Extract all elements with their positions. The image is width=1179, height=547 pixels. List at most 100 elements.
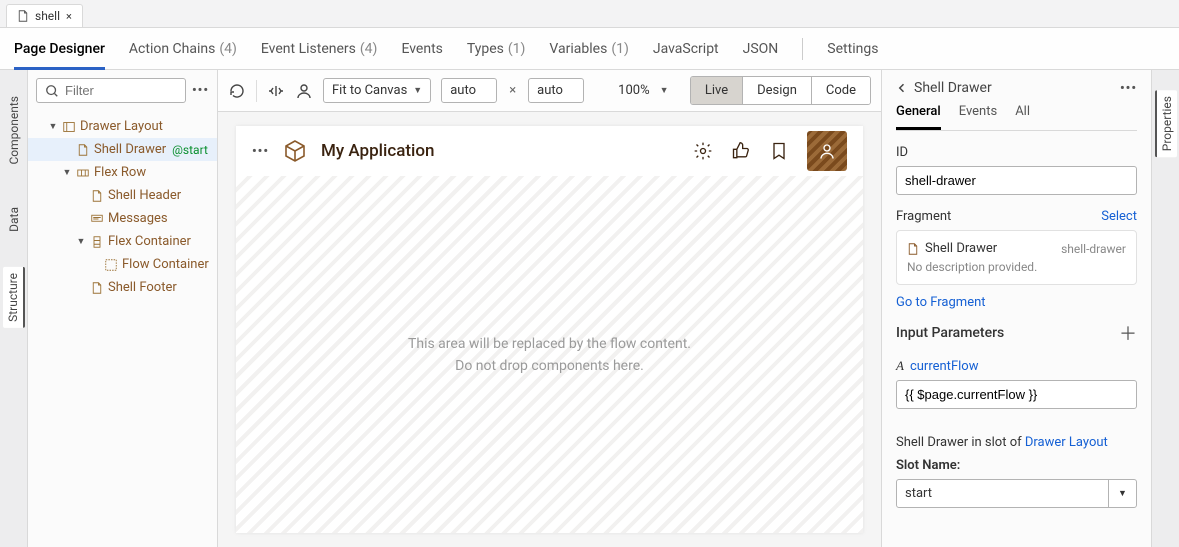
canvas-height-input[interactable]: auto [528,78,584,103]
node-label: Flex Container [108,234,191,249]
tab-settings[interactable]: Settings [827,28,878,69]
tab-variables[interactable]: Variables(1) [549,28,628,69]
node-label: Flex Row [94,165,146,180]
param-value-input[interactable] [896,380,1137,409]
rail-structure[interactable]: Structure [3,267,25,328]
go-to-fragment-link[interactable]: Go to Fragment [896,295,986,310]
expand-icon[interactable] [267,82,285,100]
fragment-label: Fragment [896,209,951,224]
tree-row[interactable]: ▼ Flex Container [28,230,217,253]
structure-menu-icon[interactable]: ••• [192,83,209,98]
zoom-chevron-icon[interactable]: ▼ [660,85,669,96]
mode-live[interactable]: Live [691,77,742,104]
tab-javascript[interactable]: JavaScript [653,28,719,69]
node-label: Shell Header [108,188,181,203]
param-currentflow[interactable]: A currentFlow [896,358,1137,374]
file-tab-label: shell [35,9,60,23]
canvas-wrap: ••• My Application [218,112,881,547]
user-icon[interactable] [295,82,313,100]
left-rail: Components Data Structure [0,70,28,547]
tab-all[interactable]: All [1015,104,1030,130]
page-tabs: Page Designer Action Chains(4) Event Lis… [0,28,1179,70]
node-label: Messages [108,211,168,226]
tree-row[interactable]: Flow Container [28,253,217,276]
reload-icon[interactable] [228,82,246,100]
bookmark-icon[interactable] [769,141,789,161]
fragment-name: Shell Drawer [925,241,997,256]
tree-row[interactable]: Messages [28,207,217,230]
thumbs-up-icon[interactable] [731,141,751,161]
tab-general[interactable]: General [896,104,941,130]
properties-title: Shell Drawer [914,80,992,96]
editor-column: Fit to Canvas▼ auto × auto 100% ▼ Live D… [218,70,881,547]
close-icon[interactable]: × [66,10,72,23]
tab-types[interactable]: Types(1) [467,28,526,69]
caret-down-icon[interactable]: ▼ [48,121,58,132]
chevron-down-icon[interactable]: ▼ [1108,480,1136,507]
rail-data[interactable]: Data [7,201,21,238]
page-icon [907,243,919,255]
right-rail: Properties [1151,70,1179,547]
fragment-select-link[interactable]: Select [1101,209,1137,224]
properties-tabs: General Events All [896,104,1137,131]
mode-switch: Live Design Code [690,76,871,105]
filter-input-wrap[interactable] [36,78,186,103]
tab-event-listeners[interactable]: Event Listeners(4) [261,28,378,69]
properties-panel: Shell Drawer ••• General Events All ID F… [881,70,1151,547]
tree-row[interactable]: Shell Footer [28,276,217,299]
app-title: My Application [321,141,434,161]
app-menu-icon[interactable]: ••• [252,144,269,159]
canvas: ••• My Application [236,126,863,533]
tree-row[interactable]: Shell Drawer@start [28,138,217,161]
id-input[interactable] [896,166,1137,195]
rail-properties[interactable]: Properties [1155,90,1177,157]
mode-code[interactable]: Code [811,77,870,104]
slot-badge: @start [172,143,208,157]
node-icon [90,190,104,202]
tab-json[interactable]: JSON [743,28,779,69]
tab-page-designer[interactable]: Page Designer [14,28,105,70]
node-icon [90,213,104,225]
node-label: Flow Container [122,257,209,272]
tree-row[interactable]: ▼ Flex Row [28,161,217,184]
slot-name-select[interactable]: start ▼ [896,479,1137,508]
search-icon [45,84,59,98]
node-icon [62,121,76,133]
tree-row[interactable]: Shell Header [28,184,217,207]
structure-tree: ▼Drawer LayoutShell Drawer@start ▼ Flex Ro… [28,111,217,303]
slot-name-value: start [897,480,1108,507]
separator [256,80,257,102]
tab-events[interactable]: Events [401,28,442,69]
gear-icon[interactable] [693,141,713,161]
back-icon[interactable] [896,82,908,94]
slot-name-label: Slot Name: [896,458,1137,473]
canvas-fit-select[interactable]: Fit to Canvas▼ [323,78,431,103]
zoom-label: 100% [618,83,649,98]
chevron-down-icon: ▼ [413,85,422,96]
mode-design[interactable]: Design [742,77,811,104]
canvas-width-input[interactable]: auto [441,78,497,103]
rail-components[interactable]: Components [7,90,21,171]
filter-input[interactable] [65,83,177,98]
slot-parent-link[interactable]: Drawer Layout [1025,435,1108,450]
app-header: ••• My Application [236,126,863,176]
tree-row[interactable]: ▼Drawer Layout [28,115,217,138]
file-tabs: shell × [0,0,1179,28]
param-type-icon: A [896,358,904,374]
tab-action-chains[interactable]: Action Chains(4) [129,28,237,69]
node-icon [76,167,90,179]
tab-events-right[interactable]: Events [959,104,997,130]
editor-toolbar: Fit to Canvas▼ auto × auto 100% ▼ Live D… [218,70,881,112]
canvas-placeholder-2: Do not drop components here. [455,358,644,374]
properties-menu-icon[interactable]: ••• [1120,81,1137,96]
caret-down-icon[interactable]: ▼ [76,236,86,247]
avatar[interactable] [807,131,847,171]
caret-down-icon[interactable]: ▼ [62,167,72,178]
fragment-card: Shell Drawer shell-drawer No description… [896,230,1137,285]
dimension-x: × [507,83,518,98]
file-tab-shell[interactable]: shell × [6,4,83,27]
fragment-id: shell-drawer [1061,242,1126,256]
add-param-icon[interactable]: ＋ [1119,320,1137,346]
node-icon [90,236,104,248]
param-name: currentFlow [910,359,979,374]
